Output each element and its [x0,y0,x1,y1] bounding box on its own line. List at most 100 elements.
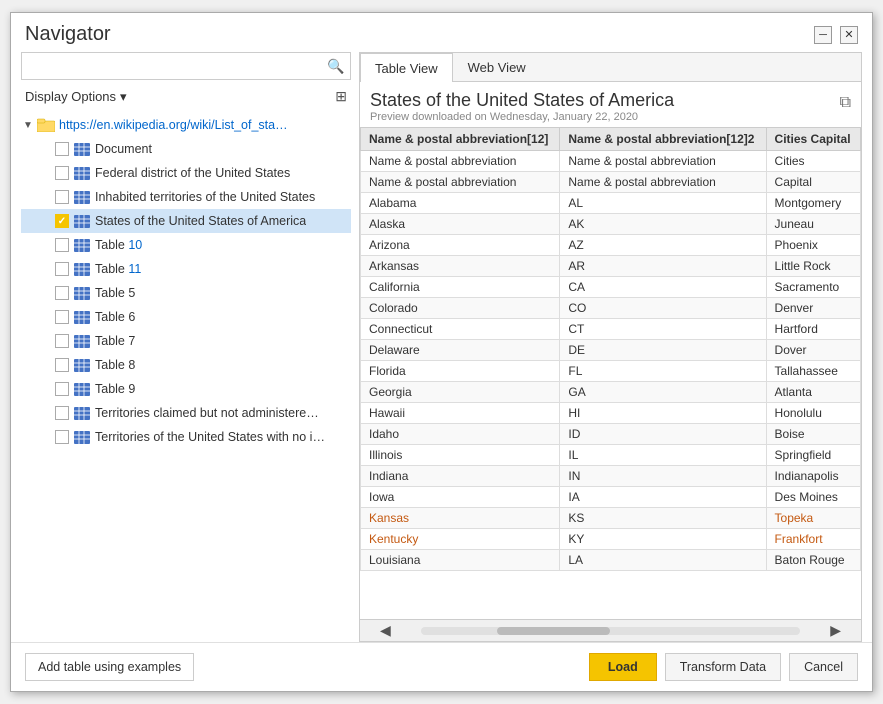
table-cell: IL [560,445,766,466]
display-icon-button[interactable]: ⊞ [331,86,351,107]
chevron-down-icon: ▾ [120,89,127,105]
table-cell: AL [560,193,766,214]
minimize-button[interactable]: ─ [814,26,832,44]
checkbox-table5[interactable] [55,286,69,300]
tree-item-table7[interactable]: Table 7 [21,329,351,353]
table-cell: Juneau [766,214,860,235]
load-button[interactable]: Load [589,653,657,681]
table-icon-table10 [73,238,91,252]
table-cell: Name & postal abbreviation [560,151,766,172]
tab-web-view[interactable]: Web View [453,53,541,81]
search-button[interactable]: 🔍 [322,52,350,80]
table-row: IllinoisILSpringfield [361,445,861,466]
table-cell: CA [560,277,766,298]
tree-item-label-territories-no-inhab: Territories of the United States with no… [95,430,325,444]
tree-item-label-table9: Table 9 [95,382,135,396]
table-row: Name & postal abbreviationName & postal … [361,172,861,193]
table-icon-table8 [73,358,91,372]
table-row: CaliforniaCASacramento [361,277,861,298]
table-cell: Boise [766,424,860,445]
tree-item-root[interactable]: ▼ https://en.wikipedia.org/wiki/List_of_… [21,113,351,137]
scroll-right-button[interactable]: ▶ [810,622,861,639]
right-panel: Table View Web View States of the United… [359,52,862,642]
scroll-left-button[interactable]: ◀ [360,622,411,639]
table-row: AlabamaALMontgomery [361,193,861,214]
cancel-button[interactable]: Cancel [789,653,858,681]
table-cell: HI [560,403,766,424]
table-icon-table9 [73,382,91,396]
tree-item-states[interactable]: States of the United States of America [21,209,351,233]
table-cell: KS [560,508,766,529]
col-header-2: Cities Capital [766,128,860,151]
checkbox-table8[interactable] [55,358,69,372]
table-cell: Capital [766,172,860,193]
tree-item-label-table10: Table 10 [95,238,142,252]
tree-item-table8[interactable]: Table 8 [21,353,351,377]
scroll-track[interactable] [421,627,800,635]
search-input[interactable] [22,59,322,74]
add-table-button[interactable]: Add table using examples [25,653,194,681]
tree-item-table6[interactable]: Table 6 [21,305,351,329]
tree-item-label-table8: Table 8 [95,358,135,372]
checkbox-inhabited[interactable] [55,190,69,204]
table-cell: FL [560,361,766,382]
window-controls: ─ ✕ [814,26,858,44]
checkbox-territories-claimed[interactable] [55,406,69,420]
scroll-thumb[interactable] [497,627,611,635]
table-cell: CT [560,319,766,340]
col-header-1: Name & postal abbreviation[12]2 [560,128,766,151]
checkbox-federal[interactable] [55,166,69,180]
table-wrapper[interactable]: Name & postal abbreviation[12] Name & po… [360,127,861,619]
table-cell: Atlanta [766,382,860,403]
title-bar: Navigator ─ ✕ [11,13,872,52]
table-row: IdahoIDBoise [361,424,861,445]
checkbox-territories-no-inhab[interactable] [55,430,69,444]
checkbox-table9[interactable] [55,382,69,396]
transform-data-button[interactable]: Transform Data [665,653,781,681]
expand-icon: ▼ [23,120,37,131]
close-button[interactable]: ✕ [840,26,858,44]
table-cell: Dover [766,340,860,361]
table-row: AlaskaAKJuneau [361,214,861,235]
tree-item-table5[interactable]: Table 5 [21,281,351,305]
table-cell: Des Moines [766,487,860,508]
display-options-label: Display Options [25,89,116,104]
table-cell: IA [560,487,766,508]
tree-item-territories-no-inhab[interactable]: Territories of the United States with no… [21,425,351,449]
table-cell: Arizona [361,235,560,256]
table-row: KentuckyKYFrankfort [361,529,861,550]
table-cell: LA [560,550,766,571]
tree-item-label-table7: Table 7 [95,334,135,348]
tree-item-document[interactable]: Document [21,137,351,161]
tree-item-territories-claimed[interactable]: Territories claimed but not administered… [21,401,351,425]
display-options-button[interactable]: Display Options ▾ [21,87,131,107]
checkbox-table6[interactable] [55,310,69,324]
tree-item-table10[interactable]: Table 10 [21,233,351,257]
preview-icon-button[interactable]: ⧉ [840,94,851,112]
table-icon-federal [73,166,91,180]
table-cell: Montgomery [766,193,860,214]
checkbox-states[interactable] [55,214,69,228]
tree-item-inhabited[interactable]: Inhabited territories of the United Stat… [21,185,351,209]
tree-item-label-document: Document [95,142,152,156]
tree-item-table9[interactable]: Table 9 [21,377,351,401]
table-icon-table7 [73,334,91,348]
tree-container: ▼ https://en.wikipedia.org/wiki/List_of_… [21,113,351,642]
table-cell: Arkansas [361,256,560,277]
checkbox-document[interactable] [55,142,69,156]
checkbox-table7[interactable] [55,334,69,348]
table-cell: AR [560,256,766,277]
table-cell: Springfield [766,445,860,466]
tab-table-view[interactable]: Table View [360,53,453,82]
tree-item-federal[interactable]: Federal district of the United States [21,161,351,185]
table-cell: Colorado [361,298,560,319]
table-cell: Louisiana [361,550,560,571]
table-row: ColoradoCODenver [361,298,861,319]
tree-item-table11[interactable]: Table 11 [21,257,351,281]
checkbox-table10[interactable] [55,238,69,252]
table-cell: Sacramento [766,277,860,298]
content-area: 🔍 Display Options ▾ ⊞ ▼ [11,52,872,642]
table-row: IowaIADes Moines [361,487,861,508]
table-cell: Baton Rouge [766,550,860,571]
checkbox-table11[interactable] [55,262,69,276]
